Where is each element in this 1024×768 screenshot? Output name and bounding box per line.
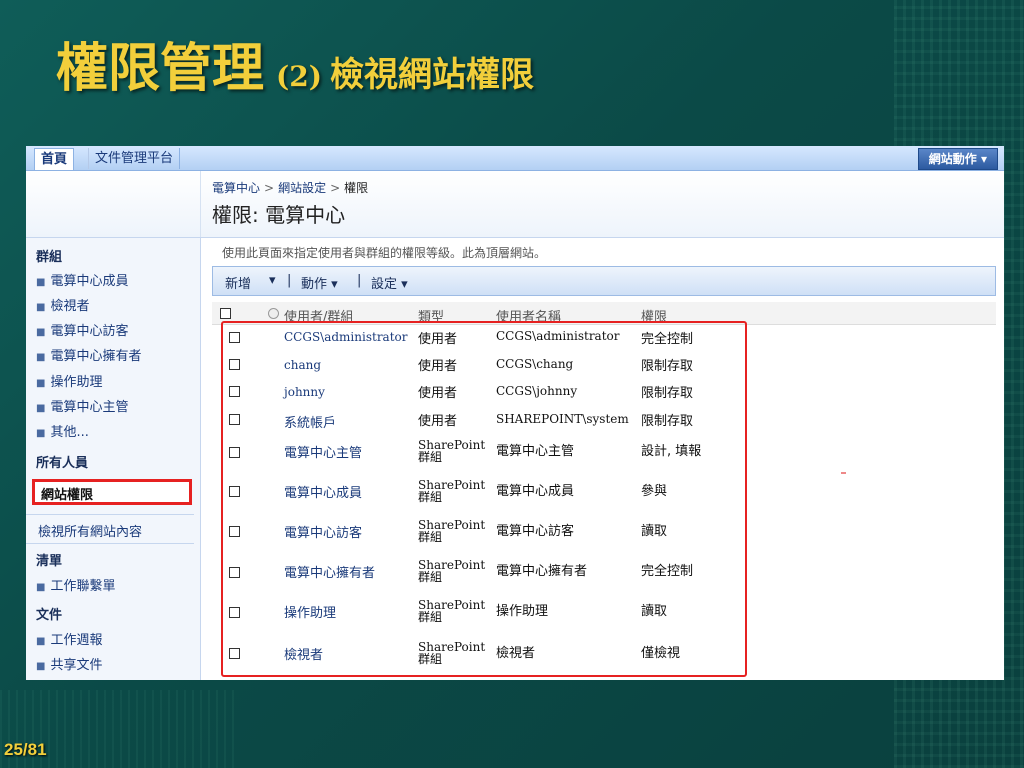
new-button[interactable]: 新增 <box>225 273 251 292</box>
breadcrumb-item-current: 權限 <box>344 181 369 195</box>
toolbar-separator: | <box>287 273 292 288</box>
tab-home[interactable]: 首頁 <box>34 148 75 170</box>
nav-view-all-content[interactable]: 檢視所有網站內容 <box>38 521 142 540</box>
nav-item[interactable]: ■ 其他... <box>36 421 89 440</box>
nav-divider <box>26 543 194 544</box>
toolbar-separator: | <box>357 273 362 288</box>
page-number: 25/81 <box>4 740 47 759</box>
page-description: 使用此頁面來指定使用者與群組的權限等級。此為頂層網站。 <box>222 246 547 260</box>
site-actions-button[interactable]: 網站動作 ▾ <box>917 148 998 170</box>
slide-title-sub: 檢視網站權限 <box>330 55 534 95</box>
slide-title-main: 權限管理 <box>56 38 265 99</box>
new-dropdown-arrow[interactable]: ▾ <box>269 273 276 288</box>
sharepoint-screenshot: 首頁 文件管理平台 網站動作 ▾ 電算中心 > 網站設定 > 權限 權限: 電算中心 群… <box>26 146 1004 680</box>
highlight-box-table <box>221 321 747 677</box>
nav-item[interactable]: ■ 電算中心擁有者 <box>36 345 141 364</box>
nav-item[interactable]: ■ 電算中心主管 <box>36 396 128 415</box>
sort-radio-icon <box>268 308 279 319</box>
breadcrumb-separator: > <box>330 181 341 195</box>
tab-doc-platform[interactable]: 文件管理平台 <box>88 148 181 169</box>
nav-heading-docs[interactable]: 文件 <box>36 604 62 623</box>
breadcrumb: 電算中心 > 網站設定 > 權限 <box>212 179 368 196</box>
nav-divider <box>26 514 194 515</box>
nav-item[interactable]: ■ 檢視者 <box>36 295 89 314</box>
breadcrumb-item-settings[interactable]: 網站設定 <box>278 181 326 195</box>
settings-menu[interactable]: 設定 ▾ <box>371 273 408 292</box>
nav-heading-lists[interactable]: 清單 <box>36 550 62 569</box>
nav-site-permissions-highlighted[interactable]: 網站權限 <box>32 479 192 505</box>
breadcrumb-item-home[interactable]: 電算中心 <box>212 181 260 195</box>
select-all-checkbox[interactable] <box>220 308 231 319</box>
page-title: 權限: 電算中心 <box>212 203 346 227</box>
header-divider <box>200 171 201 237</box>
nav-item[interactable]: ■ 共享文件 <box>36 654 102 673</box>
nav-item[interactable]: ■ 工作週報 <box>36 629 102 648</box>
nav-item[interactable]: ■ 操作助理 <box>36 371 102 390</box>
stray-mark <box>841 472 846 474</box>
left-navigation: 群組 ■ 電算中心成員 ■ 檢視者 ■ 電算中心訪客 ■ 電算中心擁有者 ■ 操作助理 ■… <box>26 238 201 680</box>
nav-item[interactable]: ■ 工作聯繫單 <box>36 575 115 594</box>
nav-heading-all-people[interactable]: 所有人員 <box>36 452 88 471</box>
list-toolbar: 新增 ▾ | 動作 ▾ | 設定 ▾ <box>212 266 996 296</box>
nav-heading-groups[interactable]: 群組 <box>36 246 62 265</box>
page-header: 電算中心 > 網站設定 > 權限 權限: 電算中心 <box>26 171 1004 238</box>
nav-item[interactable]: ■ 電算中心成員 <box>36 270 128 289</box>
top-nav-bar: 首頁 文件管理平台 網站動作 ▾ <box>26 146 1004 171</box>
actions-menu[interactable]: 動作 ▾ <box>301 273 338 292</box>
nav-item[interactable]: ■ 電算中心訪客 <box>36 320 128 339</box>
breadcrumb-separator: > <box>264 181 275 195</box>
slide-title-number: (2) <box>276 60 322 93</box>
slide-title: 權限管理 (2) 檢視網站權限 <box>56 26 534 101</box>
